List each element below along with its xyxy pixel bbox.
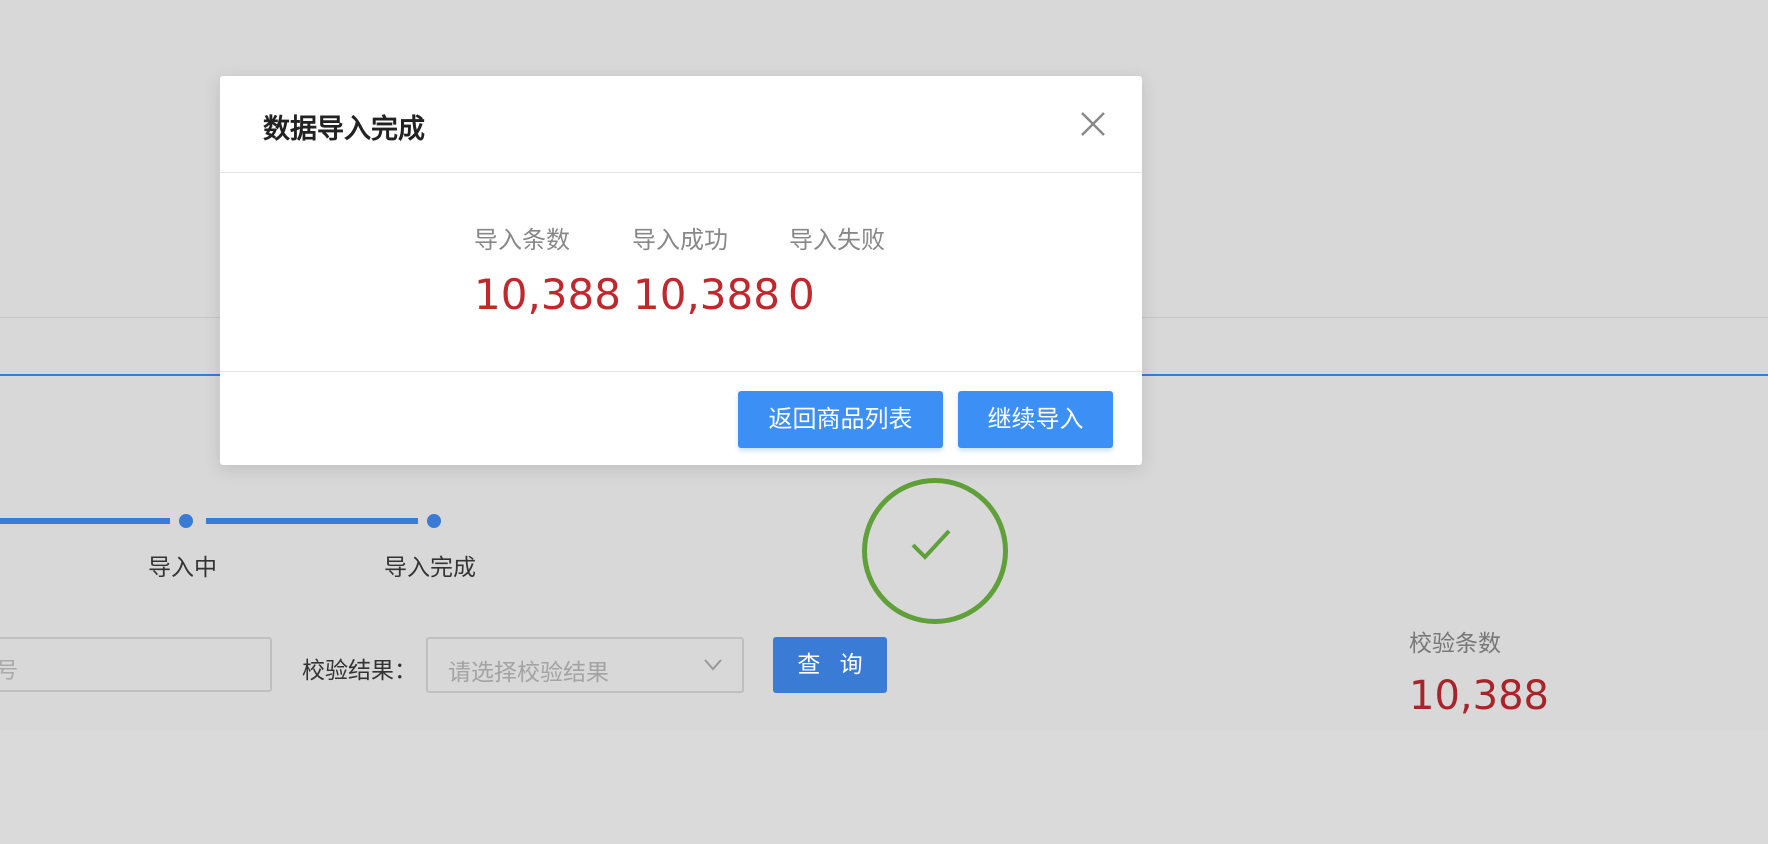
dialog-body: 导入条数 10,388 导入成功 10,388 导入失败 0: [220, 173, 1142, 371]
result-filter-label: 校验结果：: [302, 658, 417, 684]
close-icon[interactable]: [1080, 111, 1106, 137]
stat-success-value: 10,388: [633, 270, 780, 319]
search-input-placeholder: 号: [0, 659, 19, 684]
stat-failed-label: 导入失败: [789, 226, 885, 254]
step-progress-line: [0, 518, 170, 524]
query-button[interactable]: 查 询: [773, 637, 887, 693]
result-select-placeholder: 请选择校验结果: [448, 660, 609, 686]
dialog-header: 数据导入完成: [220, 76, 1142, 173]
chevron-down-icon: [704, 659, 722, 671]
stat-success-label: 导入成功: [632, 226, 728, 254]
import-complete-dialog: 数据导入完成 导入条数 10,388 导入成功 10,388 导入失败 0 返回…: [220, 76, 1142, 465]
step-dot-importing: [179, 514, 193, 528]
search-input[interactable]: 号: [0, 637, 272, 692]
step-progress-line: [206, 518, 418, 524]
step-label-complete: 导入完成: [384, 555, 476, 581]
checkmark-icon: [911, 529, 951, 560]
stat-total-value: 10,388: [474, 270, 621, 319]
continue-import-button[interactable]: 继续导入: [958, 391, 1113, 448]
bottom-band: [0, 730, 1768, 844]
result-select[interactable]: 请选择校验结果: [426, 637, 744, 693]
step-label-importing: 导入中: [148, 555, 217, 581]
back-to-product-list-button[interactable]: 返回商品列表: [738, 391, 943, 448]
step-dot-complete: [427, 514, 441, 528]
dialog-title: 数据导入完成: [263, 114, 425, 145]
stat-total-label: 导入条数: [474, 226, 570, 254]
success-check-icon: [862, 478, 1008, 624]
dialog-footer: 返回商品列表 继续导入: [220, 371, 1142, 465]
check-count-label: 校验条数: [1409, 631, 1501, 657]
check-count-value: 10,388: [1409, 673, 1549, 719]
stat-failed-value: 0: [788, 270, 815, 319]
